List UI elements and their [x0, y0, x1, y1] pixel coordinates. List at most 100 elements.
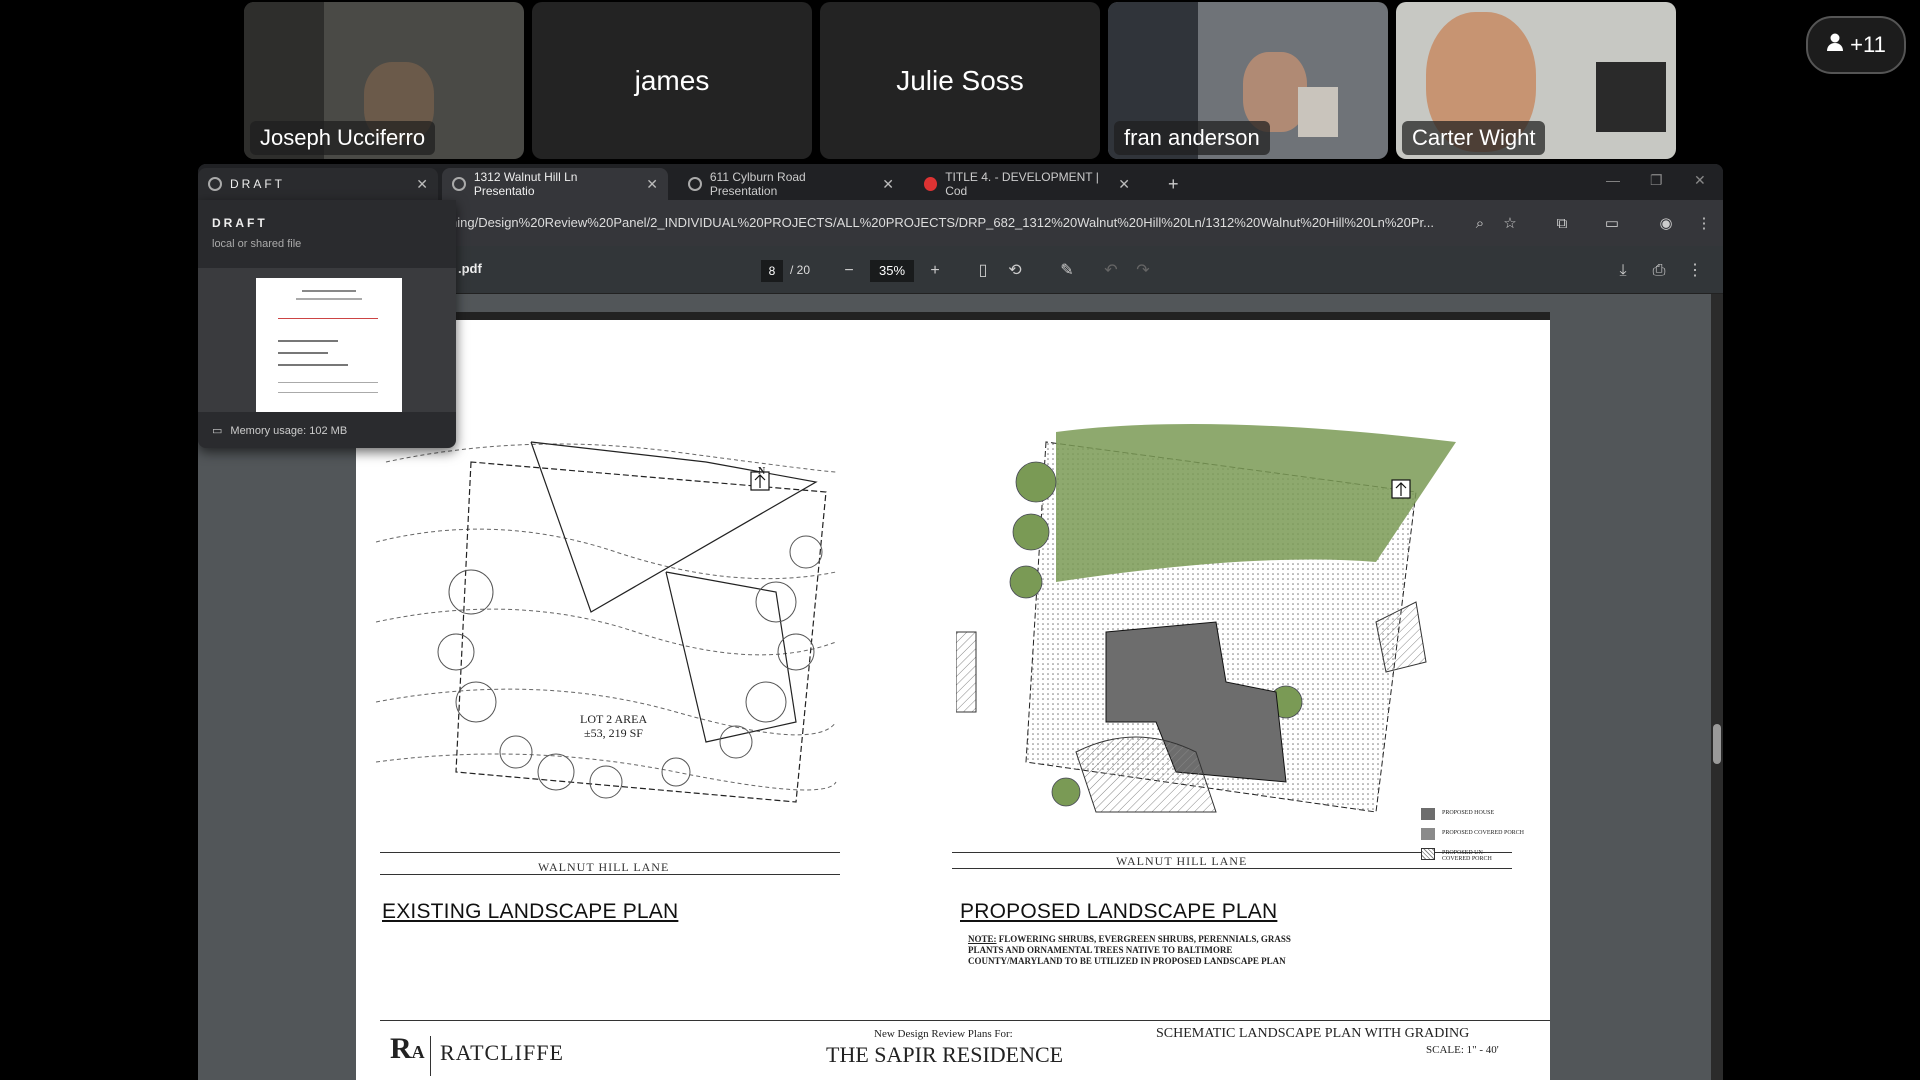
- hover-card-subtitle: local or shared file: [212, 238, 302, 250]
- menu-icon[interactable]: ⋮: [1694, 214, 1714, 234]
- plus-icon: +: [1168, 173, 1179, 194]
- tab-title: DRAFT: [230, 177, 285, 191]
- restore-button[interactable]: ❐: [1650, 172, 1663, 189]
- proposed-plan-drawing: [956, 424, 1456, 813]
- note-label: NOTE:: [968, 934, 997, 944]
- note-text: FLOWERING SHRUBS, EVERGREEN SHRUBS, PERE…: [968, 934, 1291, 966]
- tab-title-4[interactable]: TITLE 4. - DEVELOPMENT | Cod ✕: [914, 168, 1140, 200]
- redo-icon[interactable]: ↷: [1132, 260, 1154, 282]
- plans-for-label: New Design Review Plans For:: [874, 1028, 1013, 1040]
- memory-usage-text: Memory usage: 102 MB: [230, 425, 348, 437]
- more-participants-button[interactable]: +11: [1806, 16, 1906, 74]
- lot-area: ±53, 219 SF: [584, 726, 643, 740]
- close-icon[interactable]: ✕: [1118, 176, 1130, 193]
- media-icon[interactable]: ▭: [1602, 214, 1622, 234]
- star-icon[interactable]: ☆: [1500, 214, 1520, 234]
- pdf-page: N LOT 2 AREA ±53, 219 SF WALNUT HILL LAN…: [356, 312, 1550, 1080]
- zoom-in-button[interactable]: +: [924, 260, 946, 282]
- globe-icon: [688, 177, 702, 191]
- close-icon[interactable]: ✕: [882, 176, 894, 193]
- video-background: [1596, 62, 1666, 132]
- close-icon[interactable]: ✕: [646, 176, 658, 193]
- annotate-icon[interactable]: ✎: [1056, 260, 1078, 282]
- pdf-scrollbar[interactable]: [1711, 294, 1723, 1080]
- firm-logo: RA: [390, 1032, 425, 1065]
- participant-name: fran anderson: [1114, 121, 1270, 155]
- hover-card-title: DRAFT: [212, 216, 268, 230]
- preview-text-line: [302, 290, 356, 292]
- code-site-icon: [924, 177, 938, 191]
- memory-icon: ▭: [212, 425, 223, 437]
- lane-label-existing: WALNUT HILL LANE: [538, 860, 670, 874]
- legend-label: PROPOSED HOUSE: [1442, 810, 1495, 816]
- legend-swatch-porch: [1421, 828, 1435, 840]
- firm-name: RATCLIFFE: [440, 1040, 564, 1065]
- participant-tile-julie[interactable]: Julie Soss: [820, 2, 1100, 159]
- undo-icon[interactable]: ↶: [1100, 260, 1122, 282]
- zoom-icon[interactable]: ⌕: [1470, 214, 1490, 234]
- tab-title: 1312 Walnut Hill Ln Presentatio: [473, 170, 578, 198]
- new-tab-button[interactable]: +: [1158, 168, 1189, 200]
- hover-card-preview: [198, 268, 456, 412]
- participant-name: james: [634, 64, 710, 96]
- lane-label-proposed: WALNUT HILL LANE: [1116, 854, 1248, 868]
- extensions-icon[interactable]: ⧉: [1552, 214, 1572, 234]
- person-icon: [1826, 32, 1844, 58]
- tab-title: TITLE 4. - DEVELOPMENT | Cod: [945, 170, 1099, 198]
- video-background: [1298, 87, 1338, 137]
- preview-text-line: [278, 318, 378, 319]
- legend-swatch-house: [1421, 808, 1435, 820]
- participant-tile-james[interactable]: james: [532, 2, 812, 159]
- page-number-input[interactable]: 8: [761, 260, 783, 282]
- fit-page-icon[interactable]: ▯: [972, 260, 994, 282]
- residence-name: THE SAPIR RESIDENCE: [826, 1042, 1064, 1067]
- road-line: [952, 868, 1512, 869]
- participant-name: Carter Wight: [1402, 121, 1546, 155]
- scale-label: SCALE: 1" - 40': [1426, 1044, 1499, 1056]
- zoom-input[interactable]: 35%: [870, 260, 914, 282]
- download-icon[interactable]: ⤓: [1612, 260, 1634, 282]
- preview-text-line: [278, 364, 348, 366]
- preview-text-line: [296, 298, 362, 300]
- participant-tile-carter[interactable]: Carter Wight: [1396, 2, 1676, 159]
- legend-label: PROPOSED UN-COVERED PORCH: [1442, 850, 1492, 862]
- more-icon[interactable]: ⋮: [1684, 260, 1706, 282]
- minimize-button[interactable]: —: [1606, 172, 1620, 188]
- print-icon[interactable]: ⎙: [1648, 260, 1670, 282]
- window-close-button[interactable]: ✕: [1694, 172, 1706, 189]
- logo-divider: [430, 1036, 431, 1076]
- page-total: / 20: [790, 263, 811, 277]
- legend-label: PROPOSED COVERED PORCH: [1442, 830, 1525, 836]
- tab-walnut-hill[interactable]: 1312 Walnut Hill Ln Presentatio ✕: [442, 168, 668, 200]
- participant-name: Julie Soss: [896, 64, 1024, 96]
- tab-strip: DRAFT ✕ 1312 Walnut Hill Ln Presentatio …: [198, 164, 1723, 200]
- road-line: [380, 874, 840, 875]
- scrollbar-thumb[interactable]: [1713, 724, 1721, 764]
- preview-text-line: [278, 352, 328, 354]
- tab-draft[interactable]: DRAFT ✕: [198, 168, 438, 200]
- globe-icon: [208, 177, 222, 191]
- memory-usage: ▭ Memory usage: 102 MB: [212, 424, 347, 437]
- existing-plan-drawing: [376, 441, 837, 803]
- participant-name: Joseph Ucciferro: [250, 121, 436, 155]
- lot-label: LOT 2 AREA: [580, 712, 648, 726]
- legend-swatch-uncovered-porch: [1421, 848, 1435, 860]
- page-top-border: [356, 312, 1550, 320]
- profile-icon[interactable]: ◉: [1656, 214, 1676, 234]
- rotate-icon[interactable]: ⟲: [1004, 260, 1026, 282]
- existing-plan-title: EXISTING LANDSCAPE PLAN: [382, 900, 679, 923]
- more-participants-count: +11: [1850, 32, 1886, 57]
- preview-text-line: [278, 382, 378, 383]
- tab-title: 611 Cylburn Road Presentation: [709, 170, 806, 198]
- participant-tile-joseph[interactable]: Joseph Ucciferro: [244, 2, 524, 159]
- preview-text-line: [278, 340, 338, 342]
- participant-tile-fran[interactable]: fran anderson: [1108, 2, 1388, 159]
- tab-cylburn[interactable]: 611 Cylburn Road Presentation ✕: [678, 168, 904, 200]
- road-line: [380, 852, 840, 853]
- sheet-title: SCHEMATIC LANDSCAPE PLAN WITH GRADING: [1156, 1026, 1470, 1041]
- close-icon[interactable]: ✕: [416, 176, 428, 193]
- landscape-note: NOTE: FLOWERING SHRUBS, EVERGREEN SHRUBS…: [968, 934, 1308, 967]
- preview-text-line: [278, 392, 378, 393]
- proposed-plan-title: PROPOSED LANDSCAPE PLAN: [960, 900, 1278, 923]
- zoom-out-button[interactable]: −: [838, 260, 860, 282]
